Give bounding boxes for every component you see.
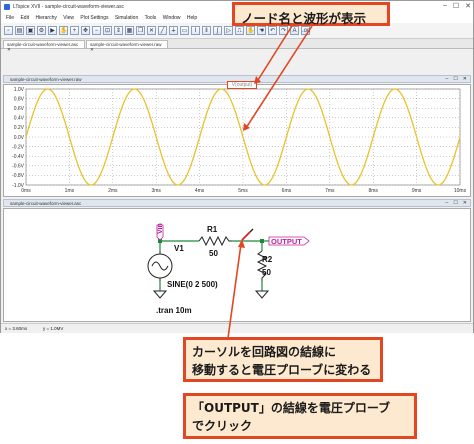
arrow-to-probe	[227, 243, 242, 339]
arrow-to-trace-label	[257, 25, 293, 81]
callout-top: ノード名と波形が表示	[232, 2, 390, 26]
callout-bottom: 「OUTPUT」の結線を電圧プローブ でクリック	[183, 393, 417, 439]
callout-middle: カーソルを回路図の結線に 移動すると電圧プローブに変わる	[183, 337, 383, 382]
